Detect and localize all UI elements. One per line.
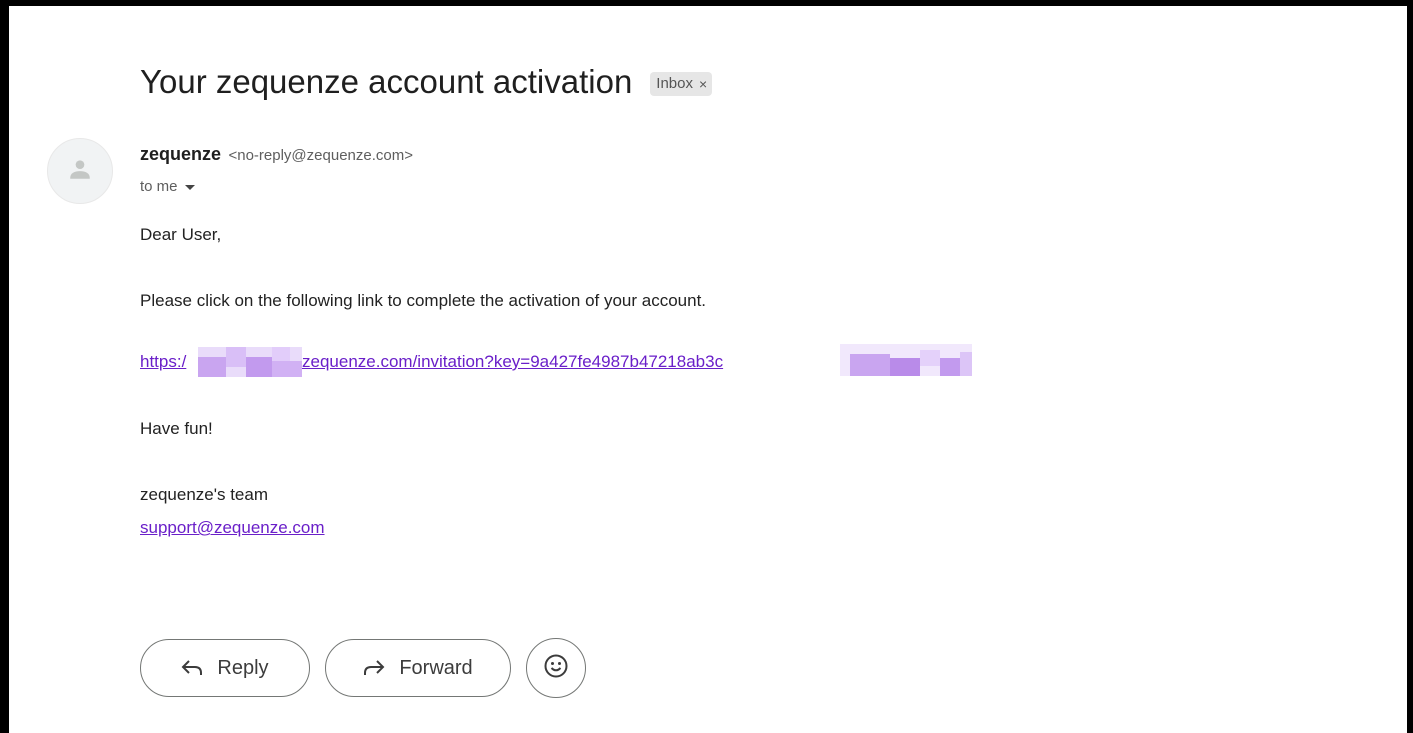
- subject-row: Your zequenze account activation Inbox ×: [140, 58, 713, 106]
- redaction-block-end: [840, 344, 972, 376]
- greeting-text: Dear User,: [140, 225, 222, 244]
- person-icon: [67, 156, 93, 187]
- reply-label: Reply: [217, 656, 269, 679]
- email-view: Your zequenze account activation Inbox ×…: [0, 0, 1413, 733]
- caret-down-icon[interactable]: [184, 184, 195, 190]
- closing-text: Have fun!: [140, 419, 213, 438]
- sender-email: <no-reply@zequenze.com>: [228, 147, 413, 164]
- emoji-reaction-button[interactable]: [526, 638, 586, 698]
- forward-button[interactable]: Forward: [325, 639, 511, 697]
- remove-label-icon[interactable]: ×: [699, 72, 707, 96]
- reply-button[interactable]: Reply: [140, 639, 310, 697]
- support-email-link[interactable]: support@zequenze.com: [140, 518, 325, 538]
- recipient-text: to me: [140, 178, 178, 195]
- link-prefix[interactable]: https:/: [140, 352, 186, 372]
- forward-arrow-icon: [363, 659, 385, 677]
- signature-text: zequenze's team: [140, 485, 268, 504]
- sender-name[interactable]: zequenze: [140, 144, 221, 164]
- smiley-icon: [543, 653, 569, 684]
- sender-avatar[interactable]: [47, 138, 113, 204]
- label-text: Inbox: [656, 75, 693, 92]
- instruction-text: Please click on the following link to co…: [140, 291, 707, 310]
- inbox-label-chip[interactable]: Inbox ×: [650, 72, 713, 96]
- redaction-block: [198, 347, 302, 377]
- forward-label: Forward: [399, 656, 473, 679]
- email-actions: Reply Forward: [140, 638, 586, 698]
- email-subject: Your zequenze account activation: [140, 63, 633, 100]
- sender-line: zequenze <no-reply@zequenze.com>: [140, 144, 413, 165]
- activation-link[interactable]: https:/ zequenze.com/invitation?key=9a42…: [140, 344, 980, 378]
- link-visible-text[interactable]: zequenze.com/invitation?key=9a427fe4987b…: [302, 352, 723, 372]
- reply-arrow-icon: [181, 659, 203, 677]
- recipient-details-toggle[interactable]: to me: [140, 178, 195, 195]
